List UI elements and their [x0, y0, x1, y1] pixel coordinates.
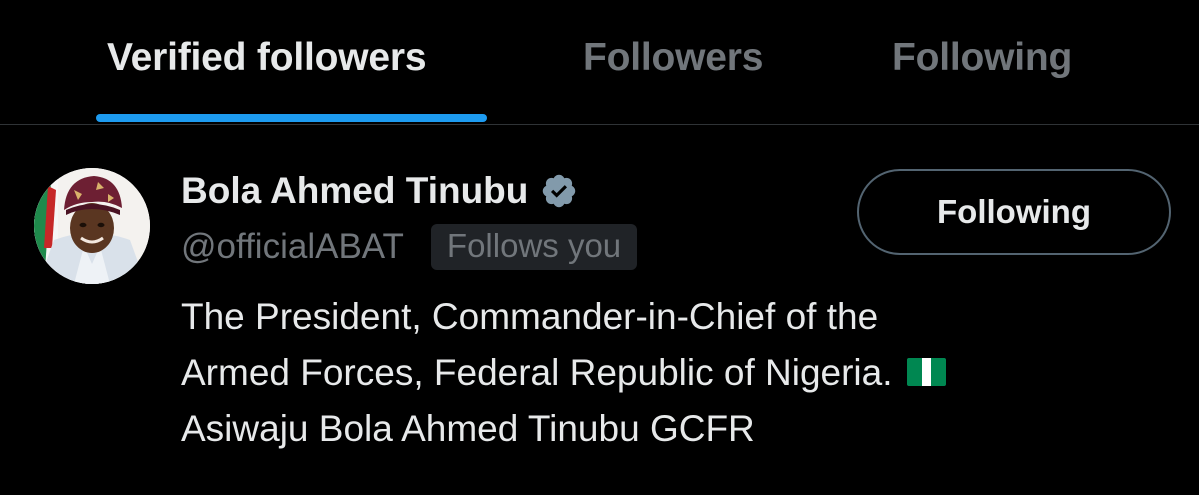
tab-followers[interactable]: Followers — [583, 36, 763, 80]
tab-following[interactable]: Following — [892, 36, 1072, 80]
active-tab-indicator — [96, 114, 487, 122]
user-handle[interactable]: @officialABAT — [181, 227, 404, 267]
bio-line-2-wrapper: Armed Forces, Federal Republic of Nigeri… — [181, 345, 1171, 401]
user-cell[interactable]: Bola Ahmed Tinubu @officialABAT Follows … — [0, 125, 1199, 495]
verified-badge-icon — [540, 172, 578, 210]
user-bio: The President, Commander-in-Chief of the… — [181, 289, 1171, 457]
avatar[interactable] — [34, 168, 150, 284]
nigeria-flag-icon — [906, 358, 946, 387]
follows-you-badge: Follows you — [430, 224, 638, 270]
avatar-image — [34, 168, 150, 284]
tab-verified-followers[interactable]: Verified followers — [107, 36, 427, 80]
bio-line-2: Armed Forces, Federal Republic of Nigeri… — [181, 352, 893, 393]
handle-line: @officialABAT Follows you — [181, 222, 638, 272]
bio-line-3: Asiwaju Bola Ahmed Tinubu GCFR — [181, 408, 755, 449]
bio-line-1: The President, Commander-in-Chief of the — [181, 296, 879, 337]
display-name[interactable]: Bola Ahmed Tinubu — [181, 170, 528, 212]
tab-bar: Verified followers Followers Following — [0, 0, 1199, 125]
following-button[interactable]: Following — [857, 169, 1171, 255]
name-line: Bola Ahmed Tinubu — [181, 167, 578, 215]
